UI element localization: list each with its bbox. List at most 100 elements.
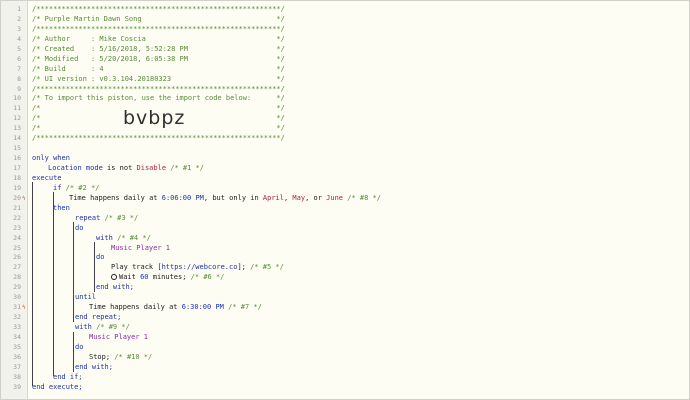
code-content: end repeat;: [75, 313, 121, 323]
device-name: Music Player 1: [111, 243, 171, 252]
code-line[interactable]: 6 /* Modified : 5/20/2018, 6:05:38 PM */: [1, 55, 689, 65]
code-line[interactable]: 33 with /* #9 */: [1, 323, 689, 333]
code-line[interactable]: 22 repeat /* #3 */: [1, 214, 689, 224]
end-repeat-keyword: end repeat;: [75, 313, 122, 322]
code-content: end execute;: [32, 383, 83, 393]
code-content: Music Player 1: [111, 244, 170, 254]
is-not-operator: is not: [107, 164, 133, 172]
code-content: /* Build : 4 */: [32, 65, 285, 75]
code-line[interactable]: 15: [1, 144, 689, 154]
line-number: 37: [13, 362, 21, 371]
header-comment: /* Modified : 5/20/2018, 6:05:38 PM */: [32, 54, 285, 63]
only-when-keyword: only when: [32, 154, 70, 163]
if-block-guide: [53, 192, 54, 376]
code-line[interactable]: 29 end with;: [1, 283, 689, 293]
code-line[interactable]: 37 end with;: [1, 363, 689, 373]
code-line[interactable]: 23 do: [1, 224, 689, 234]
time-value: 6:30:00 PM: [181, 303, 224, 312]
code-token: , but only in: [203, 193, 259, 202]
code-token: , or: [305, 193, 322, 202]
code-line[interactable]: 31 ϟ Time happens daily at 6:30:00 PM /* #…: [1, 303, 689, 313]
code-line[interactable]: 20 ϟ Time happens daily at 6:06:00 PM, but…: [1, 194, 689, 204]
time-operand: Time: [89, 303, 106, 312]
code-content: /* Created : 5/16/2018, 5:52:28 PM */: [32, 45, 285, 55]
line-number: 9: [17, 84, 21, 93]
line-number: 11: [13, 104, 21, 113]
month-may: May: [292, 193, 306, 202]
header-comment: /* Build : 4 */: [32, 64, 285, 73]
code-content: end with;: [75, 363, 113, 373]
statement-id-comment: /* #1 */: [170, 164, 204, 172]
code-line[interactable]: 35 do: [1, 343, 689, 353]
code-line[interactable]: 16 only when: [1, 154, 689, 164]
code-line[interactable]: 8 /* UI version : v0.3.104.20180323 */: [1, 75, 689, 85]
code-line[interactable]: 14 /*************************************…: [1, 134, 689, 144]
line-number: 12: [13, 114, 21, 123]
code-line[interactable]: 32 end repeat;: [1, 313, 689, 323]
line-number: 2: [17, 14, 21, 23]
track-url: https://webcore.co: [161, 263, 238, 272]
line-number: 19: [13, 183, 21, 192]
code-line[interactable]: 28 Wait 60 minutes; /* #6 */: [1, 273, 689, 283]
code-line[interactable]: 38 end if;: [1, 373, 689, 383]
code-line[interactable]: 27 Play track [https://webcore.co]; /* #5…: [1, 263, 689, 273]
code-line[interactable]: 26 do: [1, 253, 689, 263]
code-line[interactable]: 9 /**************************************…: [1, 85, 689, 95]
code-line[interactable]: 13/* */: [1, 124, 689, 134]
code-line[interactable]: 2 /* Purple Martin Dawn Song */: [1, 15, 689, 25]
code-line[interactable]: 19 if /* #2 */: [1, 184, 689, 194]
statement-id-comment: /* #8 */: [347, 193, 381, 202]
import-code: bvbpz: [123, 107, 186, 129]
line-number: 14: [13, 134, 21, 143]
code-content: do: [75, 343, 83, 353]
line-number: 8: [17, 74, 21, 83]
code-line[interactable]: 7 /* Build : 4 */: [1, 65, 689, 75]
code-line[interactable]: 39 end execute;: [1, 383, 689, 393]
code-line[interactable]: 24 with /* #4 */: [1, 234, 689, 244]
do-keyword: do: [75, 342, 84, 351]
month-june: June: [326, 193, 344, 202]
line-number: 7: [17, 64, 21, 73]
header-comment: /***************************************…: [32, 134, 285, 143]
code-line[interactable]: 10 /* To import this piston, use the impo…: [1, 94, 689, 104]
line-number: 16: [13, 154, 21, 163]
statement-id-comment: /* #5 */: [250, 263, 284, 272]
statement-id-comment: /* #9 */: [96, 323, 130, 331]
code-content: Play track [https://webcore.co]; /* #5 *…: [111, 263, 284, 273]
code-line[interactable]: 21 then: [1, 204, 689, 214]
code-content: /* UI version : v0.3.104.20180323 */: [32, 75, 285, 85]
code-line[interactable]: 17 Location mode is not Disable /* #1 */: [1, 164, 689, 174]
piston-code-editor[interactable]: 1 /**************************************…: [0, 0, 690, 400]
code-line[interactable]: 11/* */: [1, 104, 689, 114]
code-line[interactable]: 12/* */: [1, 114, 689, 124]
code-line[interactable]: 18 execute: [1, 174, 689, 184]
time-operand: Time: [69, 193, 86, 202]
do-keyword: do: [96, 253, 105, 262]
wait-duration: 60: [140, 273, 149, 282]
code-line[interactable]: 30 until: [1, 293, 689, 303]
line-number: 39: [13, 382, 21, 391]
code-content: then: [53, 204, 70, 214]
line-number: 22: [13, 213, 21, 222]
line-number: 38: [13, 372, 21, 381]
code-line[interactable]: 4 /* Author : Mike Coscia */: [1, 35, 689, 45]
header-comment: /* Purple Martin Dawn Song */: [32, 14, 285, 23]
line-number: 17: [13, 164, 21, 172]
line-number: 10: [13, 94, 21, 103]
line-number: 36: [13, 352, 21, 361]
trigger-text: happens daily at: [110, 303, 178, 312]
code-line[interactable]: 5 /* Created : 5/16/2018, 5:52:28 PM */: [1, 45, 689, 55]
device-name: Music Player 1: [89, 332, 149, 341]
code-line[interactable]: 34 Music Player 1: [1, 333, 689, 343]
line-number: 20: [13, 193, 21, 202]
code-line[interactable]: 36 Stop; /* #10 */: [1, 353, 689, 363]
code-line[interactable]: 25 Music Player 1: [1, 244, 689, 254]
code-content: until: [75, 293, 96, 303]
code-line[interactable]: 1 /**************************************…: [1, 5, 689, 15]
statement-id-comment: /* #7 */: [228, 303, 262, 312]
execute-keyword: execute: [32, 173, 62, 182]
code-line[interactable]: 3 /**************************************…: [1, 25, 689, 35]
trigger-lightning-icon: ϟ: [22, 304, 26, 312]
header-comment: /* Author : Mike Coscia */: [32, 34, 285, 43]
location-mode: Location mode: [48, 164, 103, 172]
